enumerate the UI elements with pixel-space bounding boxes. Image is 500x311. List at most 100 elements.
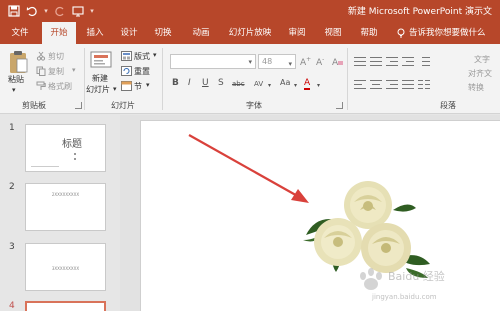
- ribbon-tabs: 文件 开始 插入 设计 切换 动画 幻灯片放映 审阅 视图 帮助 告诉我你想要做…: [0, 22, 500, 44]
- decrease-font-size-icon[interactable]: A-: [316, 56, 324, 68]
- tab-home[interactable]: 开始: [42, 22, 76, 44]
- layout-button[interactable]: 版式: [134, 51, 150, 62]
- clipboard-launcher-icon[interactable]: [75, 102, 82, 109]
- font-size-combobox[interactable]: 48 ▾: [258, 54, 296, 69]
- new-slide-icon[interactable]: [90, 49, 114, 71]
- strikethrough-button[interactable]: abc: [232, 80, 245, 88]
- undo-dropdown-icon[interactable]: ▾: [42, 7, 50, 15]
- slide-number: 2: [9, 182, 15, 192]
- slide-thumbnail-2[interactable]: 2XXXXXXXXX: [25, 183, 106, 231]
- justify-icon[interactable]: [402, 79, 414, 89]
- watermark-url: jingyan.baidu.com: [372, 293, 437, 301]
- copy-dropdown-icon[interactable]: ▾: [72, 66, 76, 74]
- font-name-dropdown-icon[interactable]: ▾: [248, 58, 252, 66]
- layout-icon: [121, 51, 132, 61]
- layout-dropdown-icon[interactable]: ▾: [153, 51, 157, 59]
- watermark-text: Baidu 经验: [388, 270, 445, 283]
- italic-button[interactable]: I: [188, 78, 191, 88]
- customize-qat-icon[interactable]: ▾: [88, 7, 96, 15]
- new-slide-button-line1[interactable]: 新建: [92, 73, 108, 84]
- title-bar: ▾ ▾ 新建 Microsoft PowerPoint 演示文: [0, 0, 500, 22]
- increase-font-size-icon[interactable]: A+: [300, 56, 311, 68]
- columns-icon[interactable]: [418, 79, 430, 89]
- new-slide-dropdown-icon[interactable]: ▾: [113, 85, 117, 93]
- tab-transitions[interactable]: 切换: [150, 22, 176, 44]
- section-dropdown-icon[interactable]: ▾: [146, 81, 150, 89]
- paste-button[interactable]: 粘贴: [8, 74, 24, 85]
- tab-help[interactable]: 帮助: [356, 22, 382, 44]
- slide-thumbnail-title: 标题: [62, 139, 82, 150]
- clear-formatting-icon[interactable]: A: [332, 56, 344, 67]
- slide-thumbnail-text: 3XXXXXXXXX: [51, 266, 80, 271]
- list-controls: [354, 56, 430, 66]
- redo-icon[interactable]: [52, 3, 68, 19]
- font-name-combobox[interactable]: ▾: [170, 54, 256, 69]
- section-button[interactable]: 节: [134, 81, 142, 92]
- slide-thumbnail-1[interactable]: 标题: [25, 124, 106, 172]
- paste-dropdown-icon[interactable]: ▾: [12, 86, 16, 94]
- font-group-label: 字体: [246, 101, 262, 110]
- tab-insert[interactable]: 插入: [82, 22, 108, 44]
- copy-button[interactable]: 复制: [48, 66, 64, 77]
- tab-view[interactable]: 视图: [320, 22, 346, 44]
- reset-icon: [121, 66, 132, 76]
- slide-thumbnail-3[interactable]: 3XXXXXXXXX: [25, 243, 106, 291]
- group-divider: [162, 48, 163, 110]
- section-icon: [121, 81, 132, 91]
- slides-pane: 1 标题 2 2XXXXXXXXX 3 3XXXXXXXXX 4: [0, 115, 120, 311]
- font-launcher-icon[interactable]: [336, 102, 343, 109]
- cut-button[interactable]: 剪切: [48, 51, 64, 62]
- align-right-icon[interactable]: [386, 79, 398, 89]
- tell-me-search[interactable]: 告诉我你想要做什么: [396, 22, 486, 44]
- rose-bouquet-image[interactable]: [298, 180, 438, 280]
- group-divider: [84, 48, 85, 110]
- line-spacing-icon[interactable]: [418, 56, 430, 66]
- align-text-button[interactable]: 对齐文: [468, 68, 492, 79]
- change-case-dropdown-icon[interactable]: ▾: [294, 82, 297, 89]
- paragraph-group-label: 段落: [440, 101, 456, 110]
- slide-thumbnail-4[interactable]: [25, 301, 106, 311]
- group-divider: [347, 48, 348, 110]
- start-from-beginning-icon[interactable]: [70, 3, 86, 19]
- tab-slideshow[interactable]: 幻灯片放映: [226, 22, 274, 44]
- underline-button[interactable]: U: [202, 78, 209, 88]
- annotation-arrow-icon: [188, 134, 309, 203]
- powerpoint-window: ▾ ▾ 新建 Microsoft PowerPoint 演示文 文件 开始 插入…: [0, 0, 500, 311]
- ribbon-home: 粘贴 ▾ 剪切 复制 ▾ 格式刷 剪贴板 新建 幻灯片 ▾ 版式 ▾ 重置 节 …: [0, 44, 500, 114]
- character-spacing-dropdown-icon[interactable]: ▾: [268, 82, 271, 89]
- new-slide-button-line2[interactable]: 幻灯片: [86, 84, 110, 95]
- align-left-icon[interactable]: [354, 79, 366, 89]
- numbering-icon[interactable]: [370, 56, 382, 66]
- alignment-controls: [354, 79, 430, 89]
- slides-group-label: 幻灯片: [111, 101, 135, 110]
- format-painter-button[interactable]: 格式刷: [48, 81, 72, 92]
- align-center-icon[interactable]: [370, 79, 382, 89]
- save-icon[interactable]: [6, 3, 22, 19]
- tab-design[interactable]: 设计: [116, 22, 142, 44]
- slide-number: 3: [9, 242, 15, 252]
- text-shadow-button[interactable]: S: [218, 78, 224, 88]
- change-case-button[interactable]: Aa: [280, 78, 290, 87]
- font-size-dropdown-icon[interactable]: ▾: [288, 58, 292, 71]
- font-color-button[interactable]: A: [304, 78, 311, 90]
- quick-access-toolbar: ▾ ▾: [6, 3, 96, 19]
- font-color-dropdown-icon[interactable]: ▾: [317, 82, 320, 89]
- tab-animations[interactable]: 动画: [188, 22, 214, 44]
- convert-smartart-button[interactable]: 转换: [468, 82, 484, 93]
- document-title: 新建 Microsoft PowerPoint 演示文: [347, 7, 492, 17]
- text-direction-button[interactable]: 文字: [474, 54, 490, 65]
- slide-number: 1: [9, 123, 15, 133]
- bold-button[interactable]: B: [172, 78, 179, 88]
- reset-button[interactable]: 重置: [134, 66, 150, 77]
- decrease-indent-icon[interactable]: [386, 56, 398, 66]
- paste-icon[interactable]: [8, 50, 28, 76]
- svg-text:A: A: [332, 58, 339, 67]
- tab-review[interactable]: 审阅: [284, 22, 310, 44]
- slide-number: 4: [9, 301, 15, 311]
- character-spacing-button[interactable]: AV: [254, 80, 263, 88]
- bullets-icon[interactable]: [354, 56, 366, 66]
- undo-icon[interactable]: [24, 3, 40, 19]
- font-size-value: 48: [262, 57, 273, 66]
- increase-indent-icon[interactable]: [402, 56, 414, 66]
- tab-file[interactable]: 文件: [6, 22, 34, 44]
